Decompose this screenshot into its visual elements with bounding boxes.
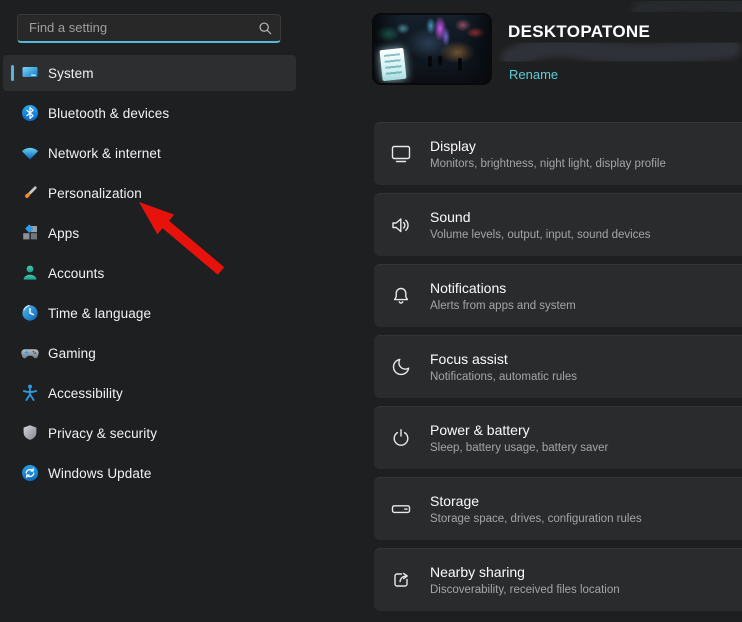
rename-link[interactable]: Rename bbox=[509, 67, 558, 82]
card-subtitle: Notifications, automatic rules bbox=[430, 371, 578, 383]
card-storage[interactable]: Storage Storage space, drives, configura… bbox=[374, 477, 742, 540]
storage-icon bbox=[389, 497, 413, 521]
card-power-battery[interactable]: Power & battery Sleep, battery usage, ba… bbox=[374, 406, 742, 469]
sidebar-item-label: Personalization bbox=[48, 185, 142, 201]
device-wallpaper-thumbnail bbox=[372, 13, 492, 85]
card-title: Display bbox=[430, 138, 476, 154]
card-title: Storage bbox=[430, 493, 480, 509]
personalization-icon bbox=[20, 183, 40, 203]
card-title: Notifications bbox=[430, 280, 507, 296]
card-title: Sound bbox=[430, 209, 471, 225]
device-header: DESKTOPATONE Rename bbox=[0, 0, 742, 110]
sound-icon bbox=[389, 213, 413, 237]
gaming-icon bbox=[20, 343, 40, 363]
network-icon bbox=[20, 143, 40, 163]
card-subtitle: Volume levels, output, input, sound devi… bbox=[430, 229, 651, 241]
windows-update-icon bbox=[20, 463, 40, 483]
card-subtitle: Discoverability, received files location bbox=[430, 584, 620, 596]
sidebar-item-accounts[interactable]: Accounts bbox=[3, 255, 296, 291]
card-subtitle: Alerts from apps and system bbox=[430, 300, 576, 312]
pedestrian-silhouette bbox=[458, 58, 462, 71]
sidebar-item-privacy-security[interactable]: Privacy & security bbox=[3, 415, 296, 451]
accessibility-icon bbox=[20, 383, 40, 403]
display-icon bbox=[389, 142, 413, 166]
sidebar-item-windows-update[interactable]: Windows Update bbox=[3, 455, 296, 491]
settings-card-list: Display Monitors, brightness, night ligh… bbox=[374, 122, 742, 619]
sidebar-item-label: Accounts bbox=[48, 265, 105, 281]
notifications-icon bbox=[389, 284, 413, 308]
sidebar-item-apps[interactable]: Apps bbox=[3, 215, 296, 251]
card-notifications[interactable]: Notifications Alerts from apps and syste… bbox=[374, 264, 742, 327]
card-subtitle: Sleep, battery usage, battery saver bbox=[430, 442, 609, 454]
white-menu-sign bbox=[379, 47, 407, 82]
device-name: DESKTOPATONE bbox=[508, 22, 651, 41]
card-title: Power & battery bbox=[430, 422, 530, 438]
time-language-icon bbox=[20, 303, 40, 323]
sidebar-item-accessibility[interactable]: Accessibility bbox=[3, 375, 296, 411]
sidebar-item-label: Windows Update bbox=[48, 465, 152, 481]
sidebar-item-personalization[interactable]: Personalization bbox=[3, 175, 296, 211]
card-display[interactable]: Display Monitors, brightness, night ligh… bbox=[374, 122, 742, 185]
sidebar-item-label: Privacy & security bbox=[48, 425, 158, 441]
card-nearby-sharing[interactable]: Nearby sharing Discoverability, received… bbox=[374, 548, 742, 611]
privacy-security-icon bbox=[20, 423, 40, 443]
nearby-sharing-icon bbox=[389, 568, 413, 592]
focus-assist-icon bbox=[389, 355, 413, 379]
power-icon bbox=[389, 426, 413, 450]
pedestrian-silhouette bbox=[428, 56, 432, 67]
card-focus-assist[interactable]: Focus assist Notifications, automatic ru… bbox=[374, 335, 742, 398]
pedestrian-silhouette bbox=[438, 56, 442, 65]
sidebar-nav: System Bluetooth & devices Network & int… bbox=[0, 55, 300, 495]
sidebar-item-label: Time & language bbox=[48, 305, 152, 321]
sidebar-item-label: Network & internet bbox=[48, 145, 161, 161]
card-subtitle: Storage space, drives, configuration rul… bbox=[430, 513, 642, 525]
apps-icon bbox=[20, 223, 40, 243]
accounts-icon bbox=[20, 263, 40, 283]
sidebar-item-label: Apps bbox=[48, 225, 80, 241]
sidebar-item-gaming[interactable]: Gaming bbox=[3, 335, 296, 371]
card-title: Nearby sharing bbox=[430, 564, 525, 580]
sidebar-item-time-language[interactable]: Time & language bbox=[3, 295, 296, 331]
sidebar-item-network-internet[interactable]: Network & internet bbox=[3, 135, 296, 171]
card-subtitle: Monitors, brightness, night light, displ… bbox=[430, 158, 666, 170]
card-sound[interactable]: Sound Volume levels, output, input, soun… bbox=[374, 193, 742, 256]
sidebar-item-label: Accessibility bbox=[48, 385, 123, 401]
card-title: Focus assist bbox=[430, 351, 508, 367]
sidebar-item-label: Gaming bbox=[48, 345, 96, 361]
